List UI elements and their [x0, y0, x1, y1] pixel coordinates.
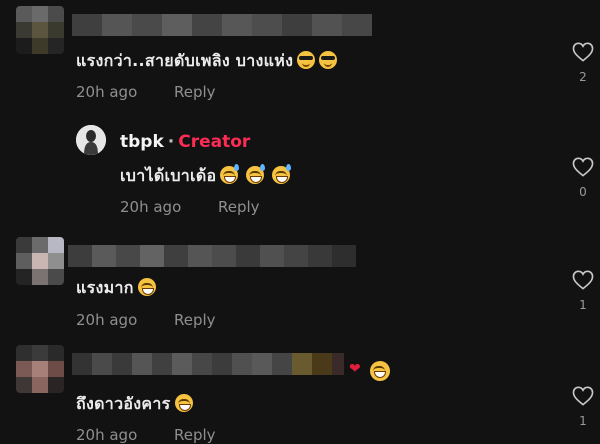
heart-icon	[572, 270, 594, 290]
comment-text: เบาได้เบาเด้อ	[120, 164, 292, 189]
reply-button[interactable]: Reply	[218, 198, 260, 216]
comment-time: 20h ago	[76, 83, 138, 101]
username[interactable]: tbpk	[120, 132, 164, 152]
avatar[interactable]	[16, 6, 64, 54]
username-blurred[interactable]	[72, 14, 372, 36]
grinning-sweat-emoji	[220, 164, 240, 184]
comment-text: แรงกว่า..สายดับเพลิง บางแห่ง	[76, 49, 338, 74]
comment-time: 20h ago	[76, 311, 138, 329]
like-button[interactable]: 1	[568, 270, 598, 312]
like-button[interactable]: 2	[568, 42, 598, 84]
tears-of-joy-emoji	[370, 361, 390, 381]
sunglasses-emoji	[297, 51, 316, 69]
reply-button[interactable]: Reply	[174, 83, 216, 101]
username-blurred[interactable]	[68, 245, 356, 267]
like-count: 2	[579, 70, 587, 84]
sunglasses-emoji	[319, 51, 338, 69]
comment-time: 20h ago	[120, 198, 182, 216]
heart-icon	[572, 157, 594, 177]
like-count: 1	[579, 298, 587, 312]
grinning-sweat-emoji	[272, 164, 292, 184]
separator: ·	[167, 132, 175, 152]
creator-badge: Creator	[178, 132, 251, 152]
heart-icon	[572, 42, 594, 62]
like-count: 0	[579, 185, 587, 199]
comment-text: แรงมาก	[76, 276, 156, 301]
grinning-sweat-emoji	[246, 164, 266, 184]
heart-icon	[572, 386, 594, 406]
like-button[interactable]: 1	[568, 386, 598, 428]
comment-text: ถึงดาวอังคาร	[76, 392, 193, 417]
reply-button[interactable]: Reply	[174, 311, 216, 329]
tears-of-joy-emoji	[174, 394, 193, 412]
username-blurred[interactable]	[72, 353, 344, 375]
tears-of-joy-emoji	[137, 278, 156, 296]
comment-time: 20h ago	[76, 426, 138, 444]
avatar[interactable]	[16, 237, 64, 285]
creator-avatar[interactable]	[76, 125, 106, 155]
avatar[interactable]	[16, 345, 64, 393]
creator-username-row: tbpk · Creator	[120, 132, 250, 152]
avatar-image	[76, 125, 106, 155]
heart-emoji: ❤	[349, 361, 361, 377]
like-count: 1	[579, 414, 587, 428]
reply-button[interactable]: Reply	[174, 426, 216, 444]
like-button[interactable]: 0	[568, 157, 598, 199]
